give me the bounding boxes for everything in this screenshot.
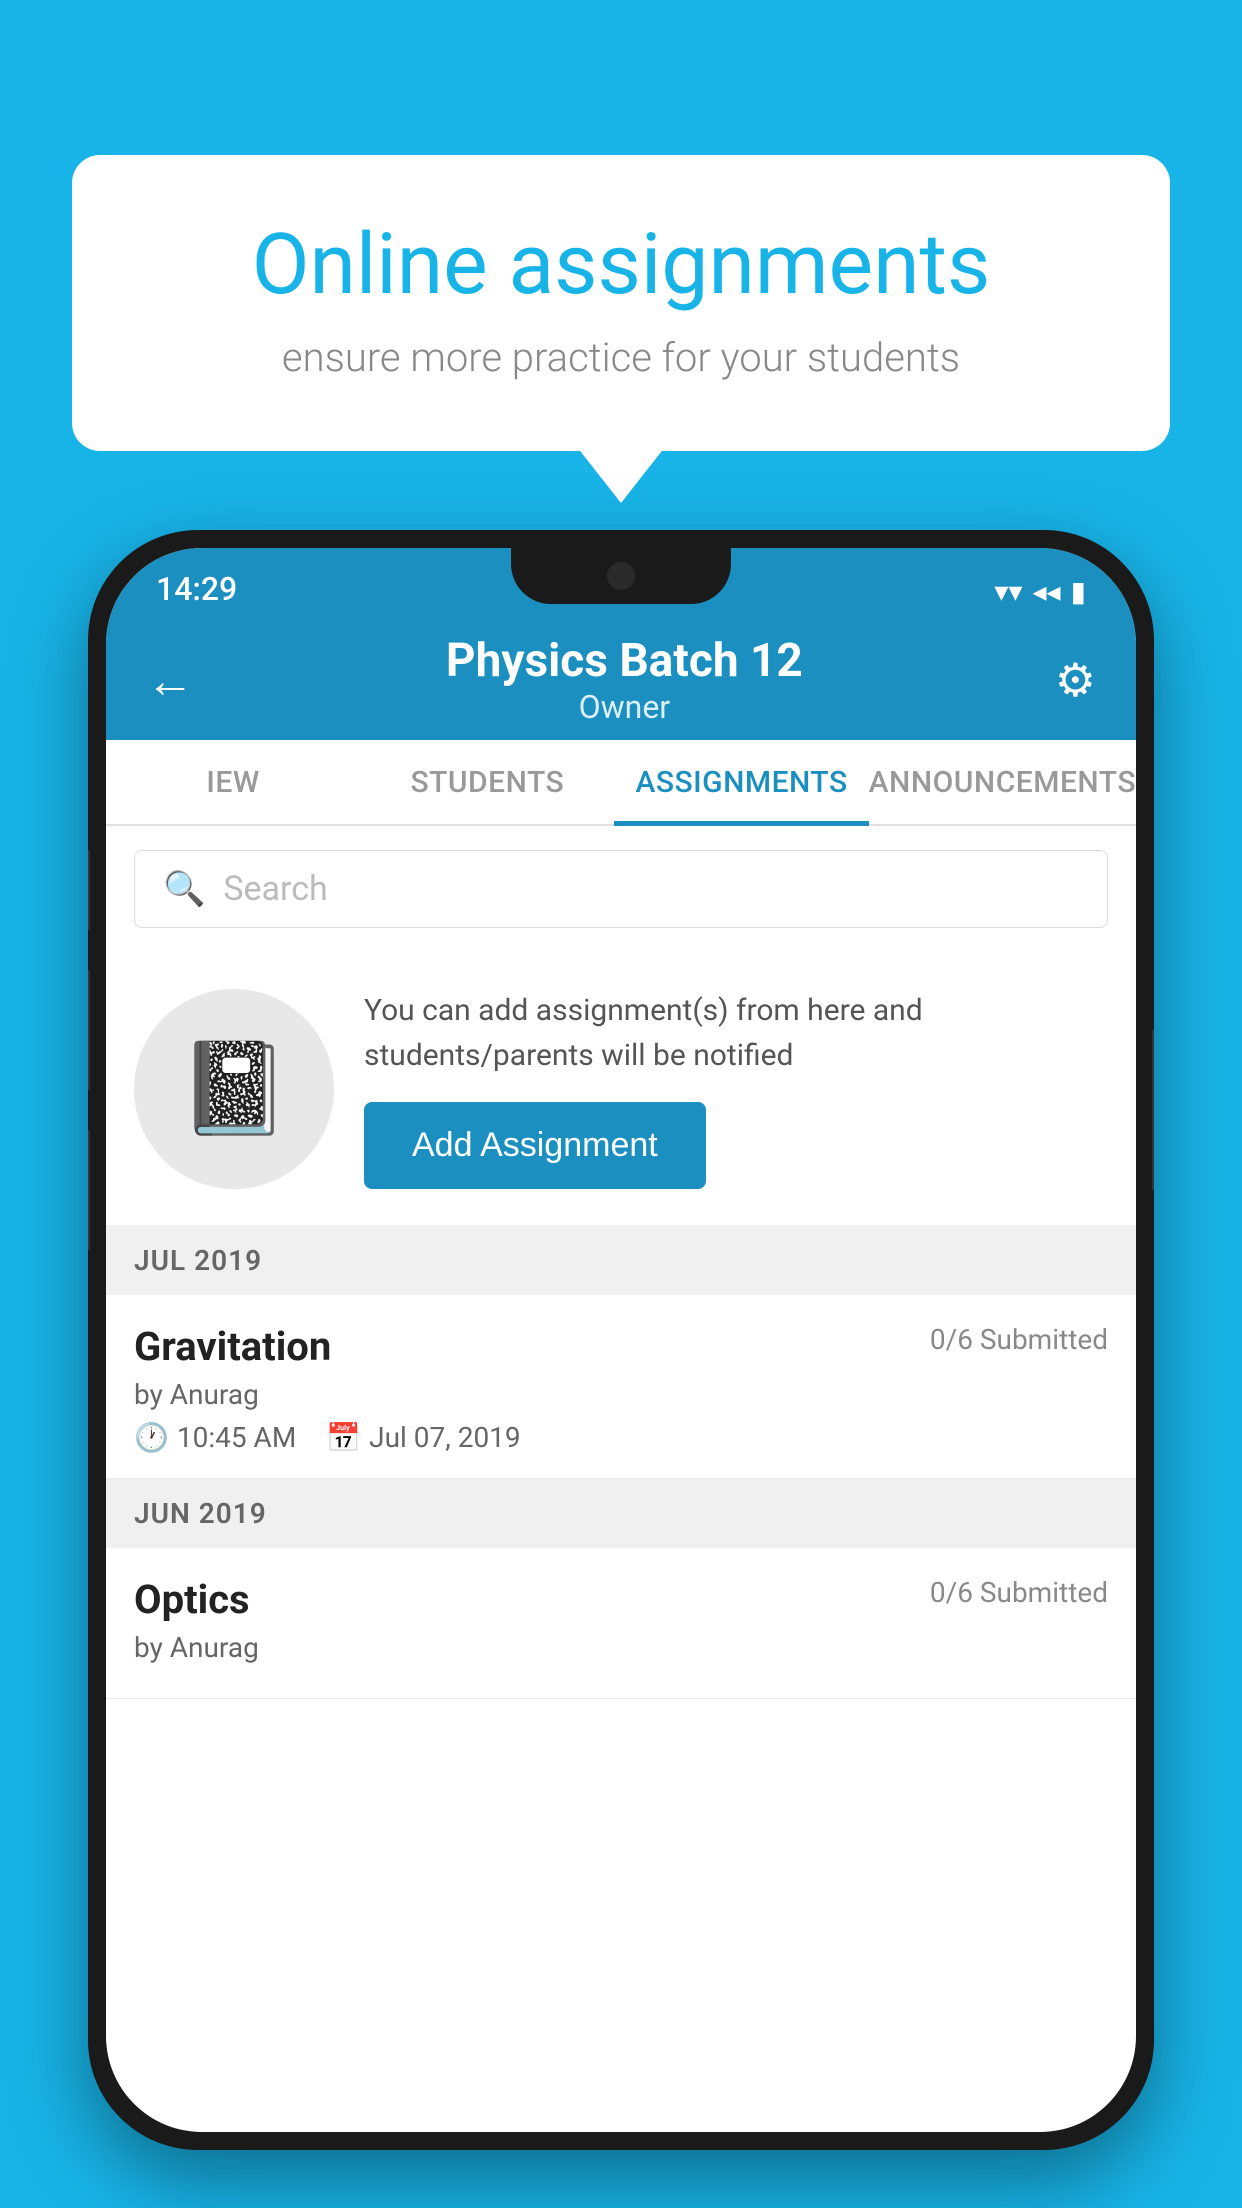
- side-button-power: [1152, 1030, 1154, 1190]
- app-bar-subtitle: Owner: [446, 688, 803, 726]
- speech-bubble: Online assignments ensure more practice …: [72, 155, 1170, 451]
- assignment-title-optics: Optics: [134, 1576, 250, 1623]
- search-placeholder[interactable]: Search: [223, 869, 327, 909]
- app-bar: ← Physics Batch 12 Owner ⚙: [106, 620, 1136, 740]
- assignment-item-gravitation[interactable]: Gravitation 0/6 Submitted by Anurag 🕐 10…: [106, 1295, 1136, 1479]
- tab-assignments[interactable]: ASSIGNMENTS: [614, 740, 868, 824]
- side-button-volume-up: [88, 850, 90, 930]
- assignment-header-row: Gravitation 0/6 Submitted: [134, 1323, 1108, 1370]
- back-button[interactable]: ←: [146, 652, 194, 709]
- assignment-header-row-optics: Optics 0/6 Submitted: [134, 1576, 1108, 1623]
- assignment-by-optics: by Anurag: [134, 1631, 1108, 1664]
- prompt-text-area: You can add assignment(s) from here and …: [364, 988, 1108, 1189]
- phone-container: 14:29 ▾▾ ◂◂ ▮ ← Physics Batch 12 Owner ⚙: [88, 530, 1154, 2150]
- tab-announcements[interactable]: ANNOUNCEMENTS: [869, 740, 1136, 824]
- side-button-volume-down: [88, 970, 90, 1090]
- clock-icon: 🕐: [134, 1421, 169, 1454]
- section-header-jul: JUL 2019: [106, 1226, 1136, 1295]
- add-assignment-button[interactable]: Add Assignment: [364, 1102, 706, 1189]
- speech-bubble-title: Online assignments: [152, 215, 1090, 314]
- status-icons: ▾▾ ◂◂ ▮: [994, 575, 1086, 608]
- assignment-item-optics[interactable]: Optics 0/6 Submitted by Anurag: [106, 1548, 1136, 1699]
- assignment-title: Gravitation: [134, 1323, 331, 1370]
- assignment-by: by Anurag: [134, 1378, 1108, 1411]
- assignment-date: 📅 Jul 07, 2019: [326, 1421, 520, 1454]
- tabs-bar: IEW STUDENTS ASSIGNMENTS ANNOUNCEMENTS: [106, 740, 1136, 826]
- assignment-meta: 🕐 10:45 AM 📅 Jul 07, 2019: [134, 1421, 1108, 1454]
- phone-screen: 14:29 ▾▾ ◂◂ ▮ ← Physics Batch 12 Owner ⚙: [106, 548, 1136, 2132]
- search-bar[interactable]: 🔍 Search: [134, 850, 1108, 928]
- assignment-illustration: 📓: [134, 989, 334, 1189]
- battery-icon: ▮: [1071, 575, 1086, 608]
- app-bar-center: Physics Batch 12 Owner: [446, 634, 803, 726]
- prompt-section: 📓 You can add assignment(s) from here an…: [106, 952, 1136, 1226]
- prompt-description: You can add assignment(s) from here and …: [364, 988, 1108, 1078]
- camera-dot: [607, 562, 635, 590]
- side-button-camera: [88, 1130, 90, 1250]
- content-area: 🔍 Search 📓 You can add assignment(s) fro…: [106, 826, 1136, 1699]
- assignment-submitted-optics: 0/6 Submitted: [930, 1576, 1108, 1609]
- calendar-icon: 📅: [326, 1421, 361, 1454]
- assignment-submitted: 0/6 Submitted: [930, 1323, 1108, 1356]
- assignment-time: 🕐 10:45 AM: [134, 1421, 296, 1454]
- status-time: 14:29: [156, 570, 237, 608]
- app-bar-title: Physics Batch 12: [446, 634, 803, 688]
- search-bar-container: 🔍 Search: [106, 826, 1136, 952]
- section-header-jun: JUN 2019: [106, 1479, 1136, 1548]
- phone-frame: 14:29 ▾▾ ◂◂ ▮ ← Physics Batch 12 Owner ⚙: [88, 530, 1154, 2150]
- speech-bubble-subtitle: ensure more practice for your students: [152, 334, 1090, 381]
- signal-icon: ◂◂: [1032, 575, 1060, 608]
- tab-iew[interactable]: IEW: [106, 740, 360, 824]
- phone-notch: [511, 548, 731, 604]
- tab-students[interactable]: STUDENTS: [360, 740, 614, 824]
- wifi-icon: ▾▾: [994, 575, 1022, 608]
- speech-bubble-container: Online assignments ensure more practice …: [72, 155, 1170, 451]
- notebook-icon: 📓: [178, 1036, 290, 1141]
- search-icon: 🔍: [163, 869, 205, 909]
- settings-icon[interactable]: ⚙: [1055, 653, 1096, 708]
